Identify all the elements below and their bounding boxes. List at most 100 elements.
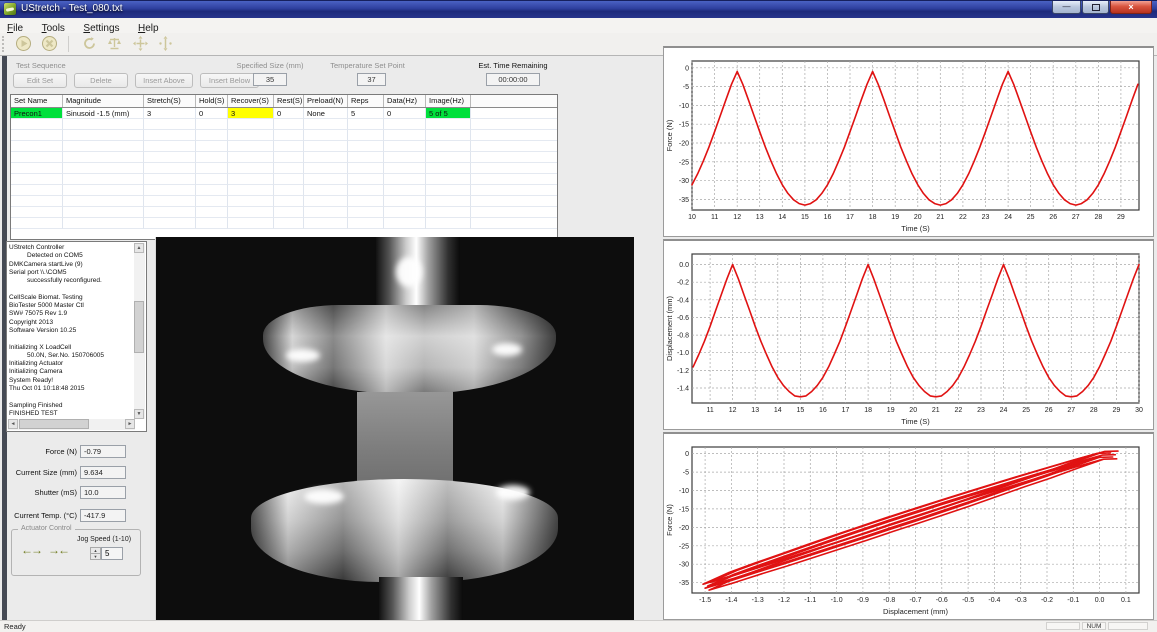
svg-text:-35: -35 <box>679 197 689 204</box>
log-hscrollbar[interactable]: ◄ ► <box>8 419 135 430</box>
test-sequence-label: Test Sequence <box>16 61 66 70</box>
table-cell <box>274 130 304 141</box>
scroll-up-icon[interactable]: ▲ <box>134 243 144 253</box>
jog-apart-icon[interactable]: ←→ <box>21 543 41 557</box>
table-row[interactable] <box>11 163 557 174</box>
jog-speed-label: Jog Speed (1-10) <box>70 536 138 543</box>
svg-text:25: 25 <box>1027 214 1035 221</box>
table-cell <box>426 174 471 185</box>
scroll-right-icon[interactable]: ► <box>125 419 135 429</box>
column-header[interactable]: Image(Hz) <box>426 95 471 107</box>
insert-above-button[interactable]: Insert Above <box>135 73 193 88</box>
svg-text:-25: -25 <box>679 543 689 550</box>
sequence-table-body: Precon1Sinusoid -1.5 (mm)3030None505 of … <box>11 108 557 229</box>
column-header[interactable]: Data(Hz) <box>384 95 426 107</box>
log-vscrollbar[interactable]: ▲ ▼ <box>134 243 145 419</box>
scroll-down-icon[interactable]: ▼ <box>134 409 144 419</box>
column-header[interactable]: Recover(S) <box>228 95 274 107</box>
column-header[interactable]: Stretch(S) <box>144 95 196 107</box>
table-cell <box>384 185 426 196</box>
table-cell <box>471 174 557 185</box>
jog-speed-value[interactable]: 5 <box>101 547 123 560</box>
insert-below-button[interactable]: Insert Below <box>200 73 259 88</box>
column-header[interactable]: Reps <box>348 95 384 107</box>
app-icon <box>4 3 16 15</box>
table-cell <box>196 196 228 207</box>
column-header[interactable]: Hold(S) <box>196 95 228 107</box>
scroll-thumb[interactable] <box>134 301 144 353</box>
table-row[interactable] <box>11 185 557 196</box>
table-cell: 0 <box>274 108 304 119</box>
table-row[interactable] <box>11 141 557 152</box>
table-cell <box>196 119 228 130</box>
spin-down-icon[interactable]: ▼ <box>90 553 101 560</box>
log-panel[interactable]: UStretch Controller Detected on COM5 DMK… <box>6 241 147 432</box>
table-cell <box>228 152 274 163</box>
titlebar[interactable]: UStretch - Test_080.txt — × <box>0 1 1157 18</box>
scroll-left-icon[interactable]: ◄ <box>8 419 18 429</box>
column-header[interactable]: Set Name <box>11 95 63 107</box>
table-row[interactable] <box>11 207 557 218</box>
svg-text:Time (S): Time (S) <box>901 417 930 426</box>
table-cell <box>63 196 144 207</box>
column-header[interactable]: Magnitude <box>63 95 144 107</box>
table-cell <box>426 163 471 174</box>
table-row[interactable] <box>11 130 557 141</box>
move-icon[interactable] <box>132 35 149 57</box>
edit-set-button[interactable]: Edit Set <box>13 73 67 88</box>
table-cell <box>196 207 228 218</box>
table-cell <box>196 185 228 196</box>
svg-text:-20: -20 <box>679 141 689 148</box>
svg-text:17: 17 <box>842 407 850 414</box>
current-size-label: Current Size (mm) <box>5 468 77 477</box>
refresh-icon[interactable] <box>81 35 98 57</box>
sequence-table[interactable]: Set NameMagnitudeStretch(S)Hold(S)Recove… <box>10 94 558 240</box>
maximize-button[interactable] <box>1082 1 1109 14</box>
client-area: Test Sequence Edit Set Delete Insert Abo… <box>0 55 1157 621</box>
table-cell <box>274 185 304 196</box>
jog-speed-stepper[interactable]: ▲ ▼ <box>90 547 101 560</box>
table-cell <box>11 119 63 130</box>
scroll-thumb[interactable] <box>19 419 89 429</box>
table-cell <box>144 141 196 152</box>
close-button[interactable]: × <box>1110 1 1152 14</box>
svg-text:14: 14 <box>774 407 782 414</box>
calibrate-icon[interactable] <box>157 35 174 57</box>
table-cell <box>274 218 304 229</box>
temp-set-point-field[interactable]: 37 <box>357 73 386 86</box>
table-cell <box>304 163 348 174</box>
svg-text:28: 28 <box>1090 407 1098 414</box>
table-cell <box>274 174 304 185</box>
table-row[interactable] <box>11 152 557 163</box>
table-cell <box>348 207 384 218</box>
menu-bar: File Tools Settings Help <box>0 18 1157 34</box>
stop-icon[interactable] <box>41 35 58 57</box>
minimize-button[interactable]: — <box>1052 1 1081 14</box>
table-cell <box>348 174 384 185</box>
table-cell <box>426 196 471 207</box>
jog-together-icon[interactable]: →← <box>48 543 68 557</box>
table-cell <box>348 130 384 141</box>
table-row[interactable]: Precon1Sinusoid -1.5 (mm)3030None505 of … <box>11 108 557 119</box>
current-size-field: 9.634 <box>80 466 126 479</box>
column-header[interactable]: Rest(S) <box>274 95 304 107</box>
shutter-field[interactable]: 10.0 <box>80 486 126 499</box>
toolbar-grip[interactable] <box>2 36 7 52</box>
table-row[interactable] <box>11 218 557 229</box>
svg-text:-1.4: -1.4 <box>725 597 737 604</box>
table-row[interactable] <box>11 119 557 130</box>
table-row[interactable] <box>11 174 557 185</box>
sequence-table-header: Set NameMagnitudeStretch(S)Hold(S)Recove… <box>11 95 557 108</box>
svg-text:-0.1: -0.1 <box>1067 597 1079 604</box>
table-cell <box>274 163 304 174</box>
force-time-chart: 1011121314151617181920212223242526272829… <box>663 46 1154 237</box>
column-header[interactable]: Preload(N) <box>304 95 348 107</box>
table-cell <box>384 174 426 185</box>
table-cell <box>304 185 348 196</box>
specified-size-field[interactable]: 35 <box>253 73 287 86</box>
delete-button[interactable]: Delete <box>74 73 128 88</box>
balance-icon[interactable] <box>106 35 123 57</box>
table-row[interactable] <box>11 196 557 207</box>
play-icon[interactable] <box>15 35 32 57</box>
table-cell <box>426 185 471 196</box>
